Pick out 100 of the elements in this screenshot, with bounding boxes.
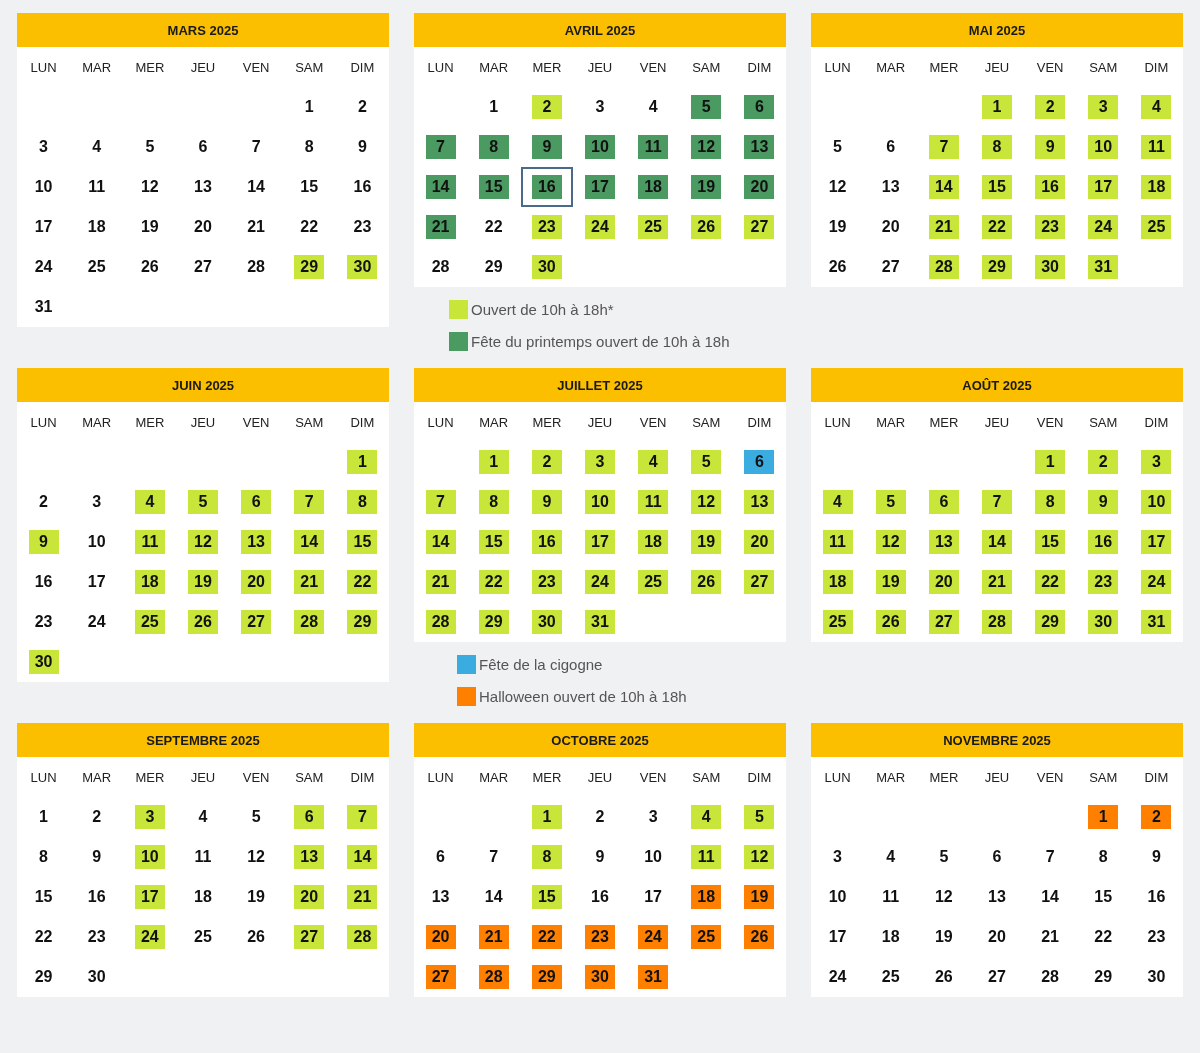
day-number[interactable]: 2 (70, 797, 123, 837)
day-number[interactable]: 17 (811, 917, 864, 957)
day-number[interactable]: 18 (864, 917, 917, 957)
day-number[interactable]: 13 (177, 167, 229, 207)
day-number[interactable]: 9 (574, 837, 626, 877)
day-number[interactable]: 10 (17, 167, 70, 207)
day-number[interactable]: 30 (70, 957, 123, 997)
day-number[interactable]: 15 (1077, 877, 1130, 917)
day-number[interactable]: 16 (1130, 877, 1183, 917)
day-number[interactable]: 11 (70, 167, 123, 207)
day-number[interactable]: 24 (70, 602, 123, 642)
day-number[interactable]: 10 (811, 877, 864, 917)
day-number[interactable]: 13 (971, 877, 1023, 917)
day-number[interactable]: 25 (177, 917, 229, 957)
day-number[interactable]: 24 (17, 247, 70, 287)
day-number[interactable]: 9 (70, 837, 123, 877)
day-number[interactable]: 1 (283, 87, 336, 127)
day-number[interactable]: 28 (414, 247, 467, 287)
day-number[interactable]: 6 (864, 127, 917, 167)
day-number[interactable]: 22 (467, 207, 520, 247)
day-number[interactable]: 27 (971, 957, 1023, 997)
day-number[interactable]: 23 (17, 602, 70, 642)
day-number[interactable]: 26 (230, 917, 283, 957)
day-number[interactable]: 5 (811, 127, 864, 167)
day-number[interactable]: 12 (811, 167, 864, 207)
day-number[interactable]: 29 (1077, 957, 1130, 997)
day-number[interactable]: 19 (917, 917, 970, 957)
day-number[interactable]: 10 (627, 837, 680, 877)
day-number[interactable]: 22 (1077, 917, 1130, 957)
day-number[interactable]: 17 (627, 877, 680, 917)
day-number[interactable]: 7 (230, 127, 283, 167)
day-number[interactable]: 6 (177, 127, 229, 167)
day-number[interactable]: 4 (864, 837, 917, 877)
day-number[interactable]: 22 (17, 917, 70, 957)
day-number[interactable]: 21 (230, 207, 283, 247)
day-number[interactable]: 26 (123, 247, 176, 287)
day-number[interactable]: 3 (17, 127, 70, 167)
day-number[interactable]: 17 (70, 562, 123, 602)
day-number[interactable]: 8 (283, 127, 336, 167)
day-number[interactable]: 16 (70, 877, 123, 917)
day-number[interactable]: 27 (864, 247, 917, 287)
day-number[interactable]: 12 (123, 167, 176, 207)
day-number[interactable]: 3 (70, 482, 123, 522)
day-number[interactable]: 19 (123, 207, 176, 247)
day-number[interactable]: 2 (336, 87, 389, 127)
day-number[interactable]: 9 (1130, 837, 1183, 877)
day-number[interactable]: 15 (17, 877, 70, 917)
day-number[interactable]: 3 (627, 797, 680, 837)
day-number[interactable]: 20 (864, 207, 917, 247)
day-number[interactable]: 25 (864, 957, 917, 997)
day-number[interactable]: 26 (811, 247, 864, 287)
day-number[interactable]: 4 (177, 797, 229, 837)
day-number[interactable]: 7 (467, 837, 520, 877)
day-number[interactable]: 25 (70, 247, 123, 287)
day-number[interactable]: 28 (1024, 957, 1077, 997)
day-number[interactable]: 8 (1077, 837, 1130, 877)
day-number[interactable]: 14 (467, 877, 520, 917)
day-number[interactable]: 13 (864, 167, 917, 207)
day-number[interactable]: 11 (864, 877, 917, 917)
day-number[interactable]: 31 (17, 287, 70, 327)
day-number[interactable]: 27 (177, 247, 229, 287)
day-number[interactable]: 7 (1024, 837, 1077, 877)
day-number[interactable]: 14 (230, 167, 283, 207)
day-number[interactable]: 5 (230, 797, 283, 837)
day-number[interactable]: 11 (177, 837, 229, 877)
day-number[interactable]: 12 (917, 877, 970, 917)
day-number[interactable]: 22 (283, 207, 336, 247)
day-number[interactable]: 20 (177, 207, 229, 247)
day-number[interactable]: 14 (1024, 877, 1077, 917)
day-number[interactable]: 1 (467, 87, 520, 127)
day-number[interactable]: 12 (230, 837, 283, 877)
day-number[interactable]: 9 (336, 127, 389, 167)
day-number[interactable]: 20 (971, 917, 1023, 957)
day-number[interactable]: 8 (17, 837, 70, 877)
day-number[interactable]: 6 (414, 837, 467, 877)
day-number[interactable]: 1 (17, 797, 70, 837)
day-number[interactable]: 23 (1130, 917, 1183, 957)
day-number[interactable]: 23 (336, 207, 389, 247)
day-number[interactable]: 5 (917, 837, 970, 877)
day-number[interactable]: 16 (17, 562, 70, 602)
day-number[interactable]: 13 (414, 877, 467, 917)
day-number[interactable]: 4 (70, 127, 123, 167)
day-number[interactable]: 18 (177, 877, 229, 917)
day-number[interactable]: 24 (811, 957, 864, 997)
day-number[interactable]: 2 (574, 797, 626, 837)
day-number[interactable]: 3 (811, 837, 864, 877)
day-number[interactable]: 10 (70, 522, 123, 562)
day-number[interactable]: 19 (811, 207, 864, 247)
day-number[interactable]: 19 (230, 877, 283, 917)
day-number[interactable]: 29 (467, 247, 520, 287)
day-number[interactable]: 23 (70, 917, 123, 957)
day-number[interactable]: 29 (17, 957, 70, 997)
day-number[interactable]: 17 (17, 207, 70, 247)
day-number[interactable]: 4 (627, 87, 680, 127)
day-number[interactable]: 18 (70, 207, 123, 247)
day-number[interactable]: 26 (917, 957, 970, 997)
day-number[interactable]: 21 (1024, 917, 1077, 957)
day-number[interactable]: 16 (336, 167, 389, 207)
day-number[interactable]: 3 (574, 87, 626, 127)
day-number[interactable]: 6 (971, 837, 1023, 877)
